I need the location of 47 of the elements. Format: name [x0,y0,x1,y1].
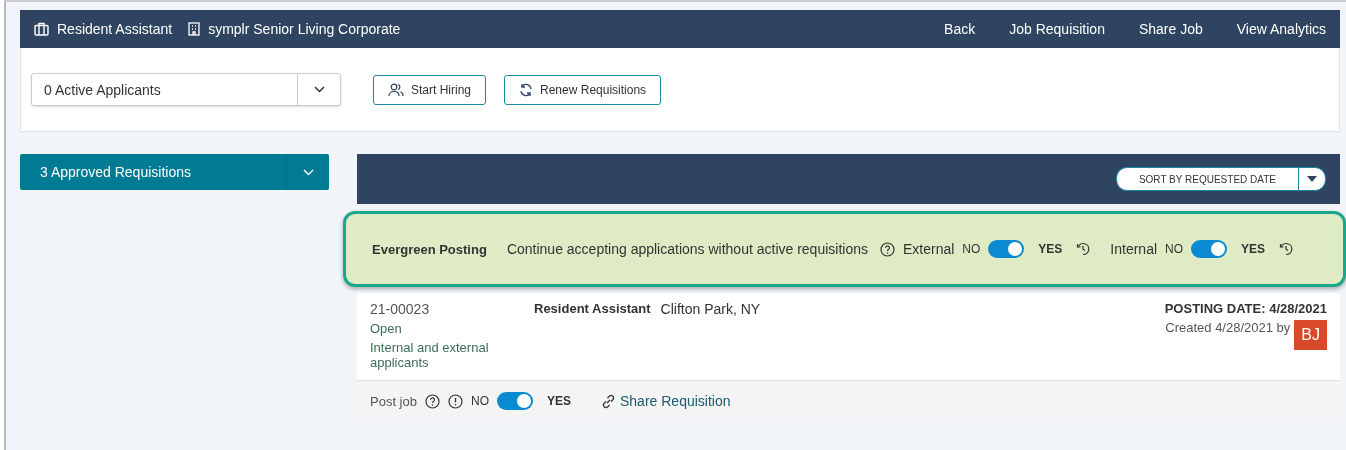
header-link[interactable]: View Analytics [1236,21,1326,37]
no-label: NO [471,394,489,408]
renew-button[interactable]: Renew Requisitions [504,74,662,105]
toggle-switch[interactable] [497,392,533,410]
history-icon[interactable] [1076,242,1091,256]
briefcase-icon [34,22,49,36]
requisitions-select[interactable]: 3 Approved Requisitions [20,154,329,190]
people-icon [388,82,404,97]
organization-name: symplr Senior Living Corporate [208,21,401,37]
help-icon[interactable] [425,393,440,409]
link-icon [601,393,616,409]
job-title: Resident Assistant [57,21,173,37]
requisition-location: Clifton Park, NY [660,301,761,317]
history-icon[interactable] [1279,242,1294,256]
yes-label: YES [1038,242,1063,256]
post-job-label: Post job [370,393,417,409]
header-link[interactable]: Share Job [1138,21,1203,37]
toggle-label: External [903,241,955,257]
refresh-icon [519,82,534,97]
no-label: NO [1165,242,1184,256]
requisition-title: Resident Assistant [534,301,651,316]
toggle-switch[interactable] [1191,240,1228,258]
requisition-audience: Internal and external applicants [370,340,490,370]
chevron-down-icon [302,168,314,176]
header-link[interactable]: Job Requisition [1009,21,1105,37]
info-icon[interactable] [448,393,463,409]
toggle-label: Internal [1110,241,1158,257]
posting-date: POSTING DATE: 4/28/2021 [1164,301,1327,316]
requisition-number: 21-00023 [370,301,431,317]
user-avatar: BJ [1294,320,1327,350]
building-icon [188,22,201,36]
chevron-down-icon [313,86,325,93]
evergreen-description: Continue accepting applications without active requisitions [506,241,868,257]
no-label: NO [962,242,981,256]
yes-label: YES [1241,242,1266,256]
requisition-status: Open [370,321,403,336]
header-link[interactable]: Back [944,21,976,37]
caret-down-icon [1307,176,1317,182]
toggle-switch[interactable] [988,240,1025,258]
yes-label: YES [547,394,571,408]
sort-select[interactable]: SORT BY REQUESTED DATE [1115,167,1326,191]
help-icon[interactable] [880,241,895,257]
share-requisition-link[interactable]: Share Requisition [601,393,731,409]
created-by: Created 4/28/2021 by [1165,320,1291,335]
evergreen-title: Evergreen Posting [372,241,487,257]
start-hiring-button[interactable]: Start Hiring [373,74,487,105]
applicants-select[interactable]: 0 Active Applicants [31,73,341,106]
